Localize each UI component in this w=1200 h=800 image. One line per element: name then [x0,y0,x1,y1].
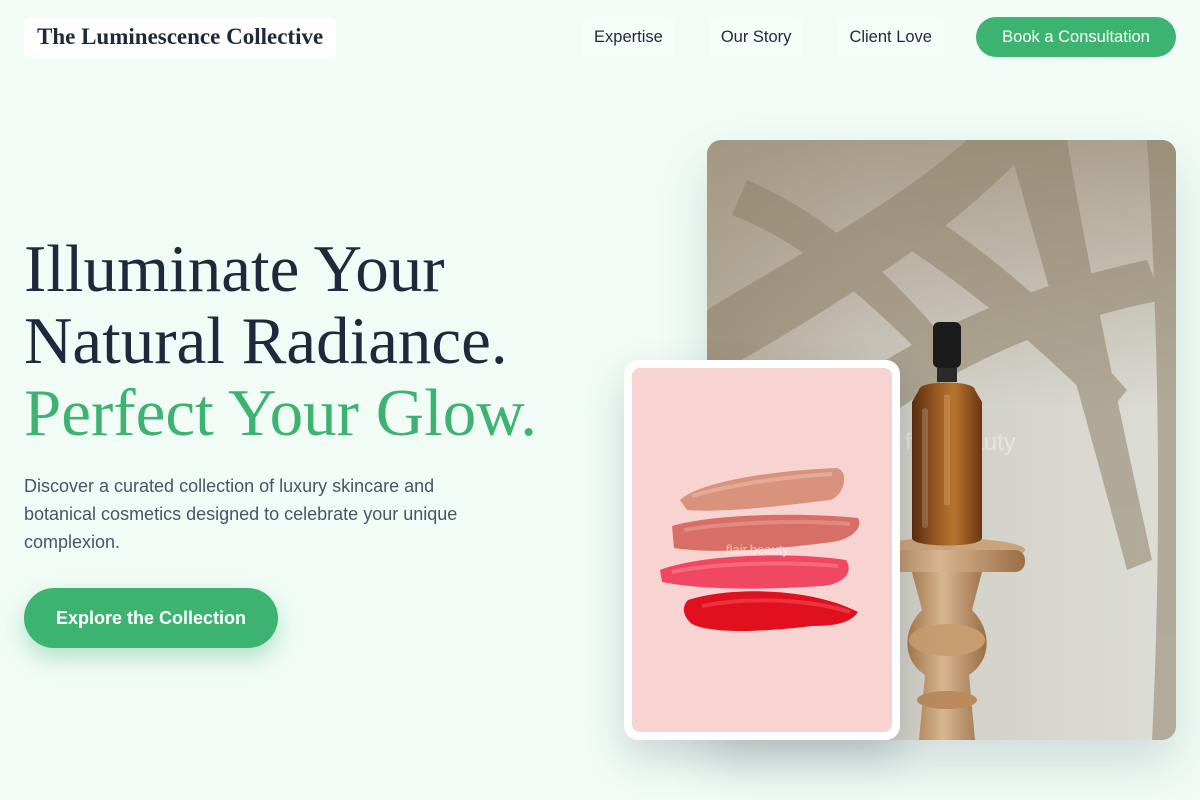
lipstick-swatch-card: flair.beauty [624,360,900,740]
site-header: The Luminescence Collective Expertise Ou… [24,16,1176,58]
hero-title: Illuminate Your Natural Radiance. Perfec… [24,233,604,449]
hero-title-line-1: Illuminate Your [24,232,445,306]
nav-link-client-love[interactable]: Client Love [837,17,944,57]
explore-collection-button[interactable]: Explore the Collection [24,588,278,648]
nav-link-expertise[interactable]: Expertise [582,17,675,57]
hero-description: Discover a curated collection of luxury … [24,476,458,552]
nav-link-our-story[interactable]: Our Story [708,17,804,57]
main-nav: Expertise Our Story Client Love Book a C… [582,17,1176,57]
hero-title-line-2: Natural Radiance. [24,304,508,378]
svg-text:flair.beauty: flair.beauty [726,542,789,557]
lipstick-swatch-photo: flair.beauty [632,368,892,732]
hero-title-accent: Perfect Your Glow. [24,376,538,450]
book-consultation-button[interactable]: Book a Consultation [976,17,1176,57]
brand-logo[interactable]: The Luminescence Collective [24,16,337,58]
